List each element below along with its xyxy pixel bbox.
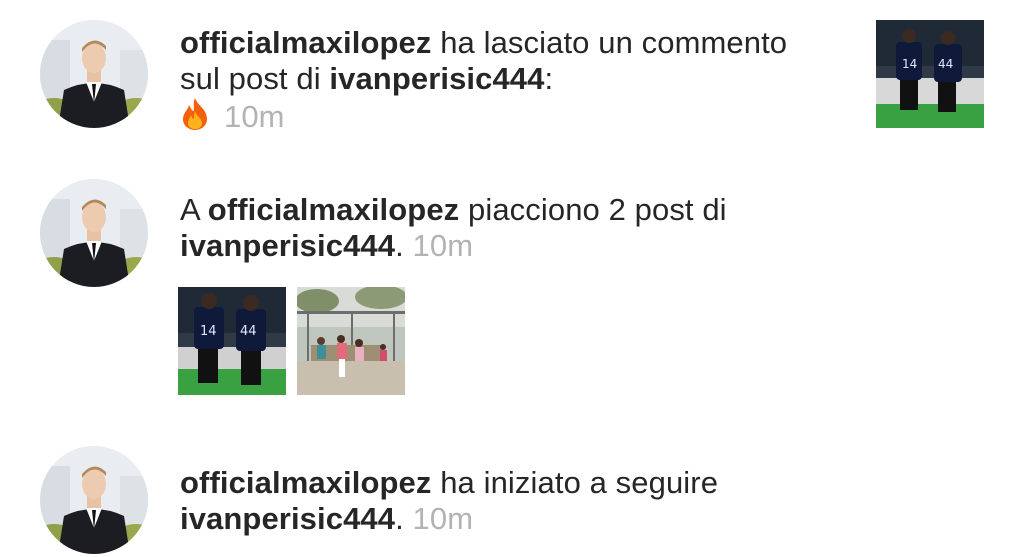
target-username-link[interactable]: ivanperisic444 — [180, 501, 395, 536]
timestamp: 10m — [224, 99, 285, 134]
avatar[interactable] — [40, 179, 148, 287]
svg-text:44: 44 — [938, 57, 953, 71]
target-username-link[interactable]: ivanperisic444 — [329, 61, 544, 96]
avatar[interactable] — [40, 446, 148, 554]
post-thumbnail-2[interactable] — [297, 287, 405, 395]
fire-icon — [180, 97, 210, 139]
notification-body: ha iniziato a seguire — [431, 465, 719, 500]
username-link[interactable]: officialmaxilopez — [208, 192, 460, 227]
timestamp: 10m — [412, 228, 474, 263]
post-thumbnail[interactable]: 14 44 — [876, 20, 984, 128]
timestamp: 10m — [412, 501, 474, 536]
notification-text: officialmaxilopez ha iniziato a seguire … — [180, 465, 840, 537]
punctuation: : — [544, 61, 554, 96]
notification-text: officialmaxilopez ha lasciato un comment… — [180, 25, 820, 139]
username-link[interactable]: officialmaxilopez — [180, 25, 432, 60]
activity-feed: officialmaxilopez ha lasciato un comment… — [0, 0, 1024, 557]
punctuation: . — [395, 228, 404, 263]
target-username-link[interactable]: ivanperisic444 — [180, 228, 395, 263]
post-thumbnail-1[interactable]: 14 44 — [178, 287, 286, 395]
username-link[interactable]: officialmaxilopez — [180, 465, 432, 500]
svg-text:14: 14 — [200, 324, 217, 339]
svg-text:14: 14 — [902, 57, 917, 71]
punctuation: . — [395, 501, 404, 536]
prefix: A — [180, 192, 208, 227]
avatar[interactable] — [40, 20, 148, 128]
notification-text: A officialmaxilopez piacciono 2 post di … — [180, 192, 840, 264]
notification-body: piacciono 2 post di — [459, 192, 727, 227]
svg-text:44: 44 — [240, 324, 257, 339]
